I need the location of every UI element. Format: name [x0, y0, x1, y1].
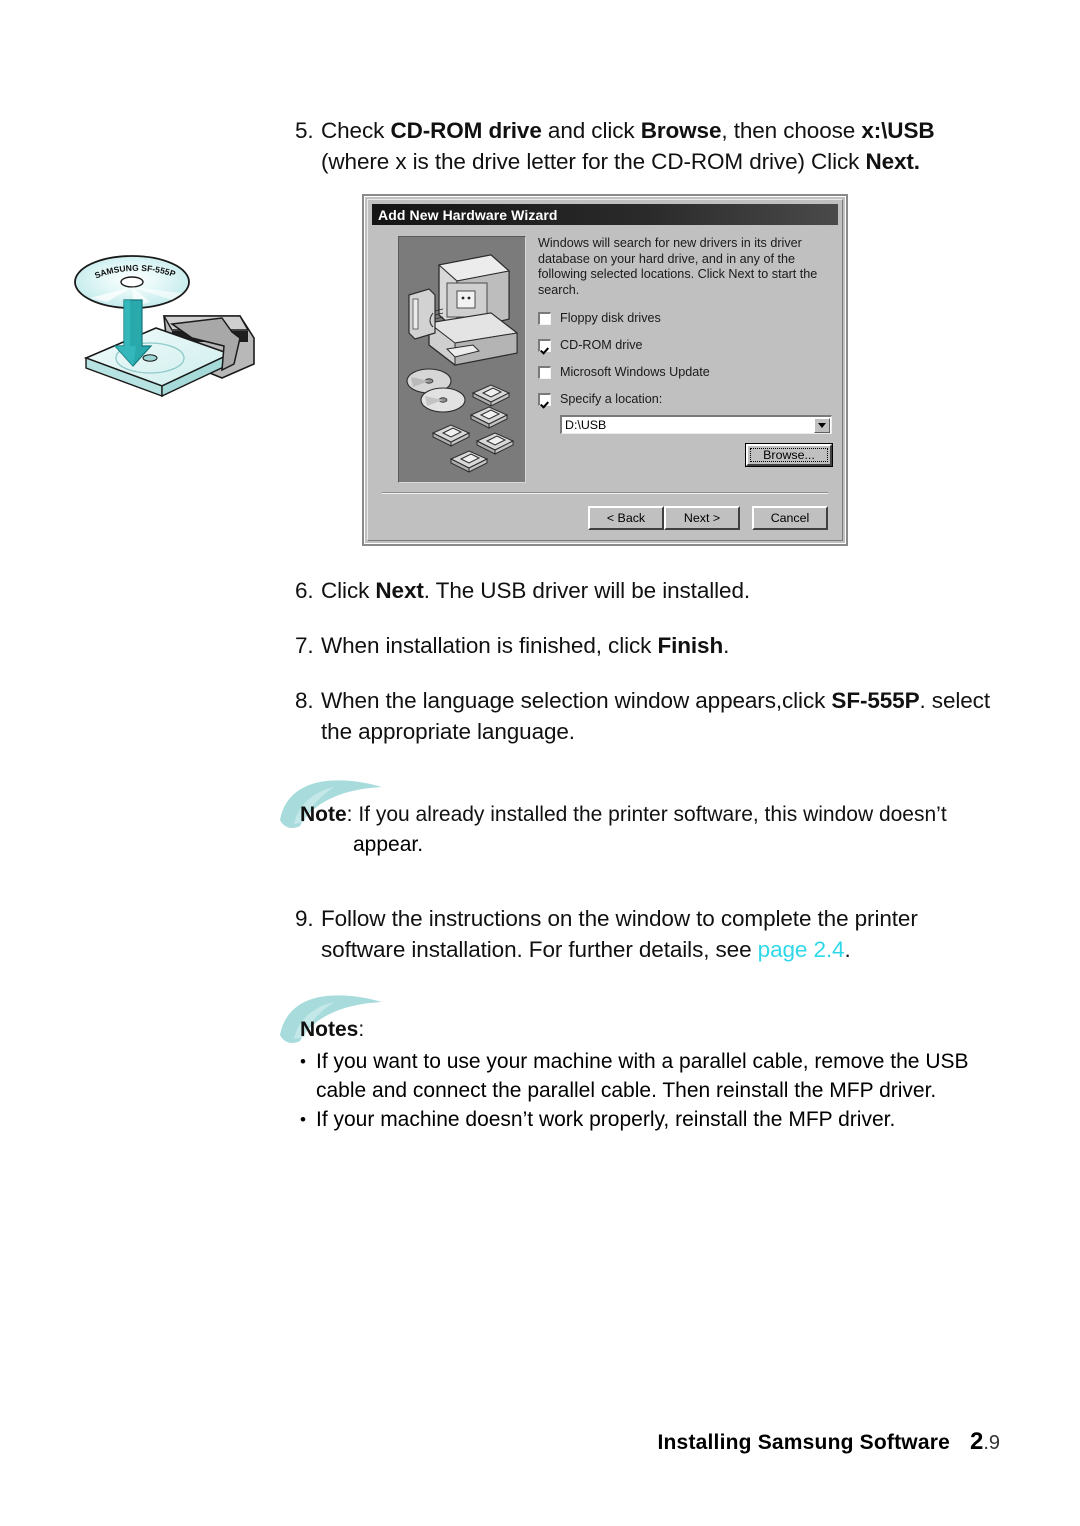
checkbox-cd-rom-drive-box[interactable]: [538, 338, 551, 352]
footer-title: Installing Samsung Software: [657, 1431, 950, 1454]
step-5-seg-7: Next.: [865, 149, 920, 174]
step-5-seg-6: (where x is the drive letter for the CD-…: [321, 149, 866, 174]
wizard-inner-frame: Add New Hardware Wizard Windows will sea…: [367, 199, 843, 541]
checkbox-floppy-disk-drives-box[interactable]: [538, 311, 551, 325]
note-single-line1: Note: If you already installed the print…: [278, 800, 998, 830]
browse-button-focus-ring: [750, 448, 828, 462]
notes-item-2-text: If your machine doesn’t work properly, r…: [316, 1108, 896, 1131]
footer-page-number: 2.9: [970, 1428, 1000, 1456]
back-button[interactable]: < Back: [588, 506, 664, 530]
checkbox-microsoft-windows-update-box[interactable]: [538, 365, 551, 379]
step-9-text: Follow the instructions on the window to…: [321, 903, 995, 965]
step-7-number: 7.: [295, 633, 314, 658]
step-6-seg-2: . The USB driver will be installed.: [423, 578, 751, 603]
notes-item-1-text: If you want to use your machine with a p…: [316, 1050, 969, 1102]
step-6-seg-1: Next: [375, 578, 424, 603]
step-5-seg-2: and click: [541, 118, 641, 143]
step-5-seg-5: x:\USB: [861, 118, 935, 143]
step-6-number: 6.: [295, 578, 314, 603]
note-single-label: Note: [300, 803, 347, 826]
chevron-down-icon[interactable]: [814, 418, 830, 433]
note-single-body: If you already installed the printer sof…: [352, 803, 947, 826]
location-combobox[interactable]: D:\USB: [560, 415, 832, 434]
step-8-text: When the language selection window appea…: [321, 685, 995, 747]
page-footer: Installing Samsung Software 2.9: [0, 1428, 1080, 1456]
step-9: 9. Follow the instructions on the window…: [295, 903, 995, 965]
step-8-seg-1: SF-555P: [831, 688, 920, 713]
checkbox-specify-a-location-label: Specify a location:: [560, 392, 663, 406]
wizard-button-bar: < Back Next > Cancel: [588, 506, 828, 530]
step-5-seg-3: Browse: [640, 118, 722, 143]
cancel-button[interactable]: Cancel: [752, 506, 828, 530]
wizard-illustration-panel: [398, 236, 526, 483]
notes-item-2: • If your machine doesn’t work properly,…: [278, 1105, 998, 1134]
back-button-label: < Back: [606, 511, 646, 525]
step-5-seg-1: CD-ROM drive: [390, 118, 542, 143]
checkbox-specify-a-location-box[interactable]: [538, 392, 551, 406]
step-9-number: 9.: [295, 906, 314, 931]
wizard-content: Windows will search for new drivers in i…: [538, 236, 833, 467]
document-page: 5. Check CD-ROM drive and click Browse, …: [0, 0, 1080, 1526]
next-button[interactable]: Next >: [664, 506, 740, 530]
add-new-hardware-wizard-dialog: Add New Hardware Wizard Windows will sea…: [362, 194, 848, 546]
checkbox-microsoft-windows-update[interactable]: Microsoft Windows Update: [538, 365, 828, 379]
step-7-seg-1: Finish: [657, 633, 724, 658]
page-reference-link[interactable]: page 2.4: [758, 937, 845, 962]
notes-colon: :: [358, 1018, 365, 1041]
note-single-line2: appear.: [353, 833, 424, 856]
step-8-number: 8.: [295, 688, 314, 713]
chevron-down-glyph: [818, 423, 826, 428]
location-combobox-value: D:\USB: [565, 418, 607, 432]
footer-page-minor: .9: [983, 1432, 1000, 1454]
step-6-seg-0: Click: [321, 578, 376, 603]
wizard-separator: [382, 492, 828, 494]
step-5-seg-0: Check: [321, 118, 391, 143]
step-7-seg-0: When installation is finished, click: [321, 633, 658, 658]
notes-item-1: • If you want to use your machine with a…: [278, 1047, 998, 1105]
wizard-description: Windows will search for new drivers in i…: [538, 236, 818, 297]
bullet-icon: •: [300, 1110, 306, 1129]
bullet-icon: •: [300, 1052, 306, 1071]
step-8-seg-0: When the language selection window appea…: [321, 688, 832, 713]
notes-heading: Notes:: [278, 1015, 998, 1045]
browse-button[interactable]: Browse...: [745, 443, 833, 467]
step-5-text: Check CD-ROM drive and click Browse, the…: [321, 115, 995, 177]
checkbox-cd-rom-drive-label: CD-ROM drive: [560, 338, 643, 352]
footer-page-major: 2: [969, 1428, 984, 1455]
step-9-seg-2: .: [844, 937, 851, 962]
browse-button-row: Browse...: [560, 443, 833, 467]
checkbox-microsoft-windows-update-label: Microsoft Windows Update: [560, 365, 710, 379]
cd-insert-illustration: SAMSUNG SF-555P: [72, 238, 272, 406]
note-single-block: Note: If you already installed the print…: [278, 780, 998, 860]
notes-block: Notes: • If you want to use your machine…: [278, 995, 998, 1134]
step-7: 7. When installation is finished, click …: [295, 630, 995, 661]
step-8: 8. When the language selection window ap…: [295, 685, 995, 747]
step-6: 6. Click Next. The USB driver will be in…: [295, 575, 995, 606]
checkbox-cd-rom-drive[interactable]: CD-ROM drive: [538, 338, 828, 352]
checkbox-floppy-disk-drives-label: Floppy disk drives: [560, 311, 661, 325]
notes-label: Notes: [300, 1018, 359, 1041]
step-6-text: Click Next. The USB driver will be insta…: [321, 575, 995, 606]
step-7-text: When installation is finished, click Fin…: [321, 630, 995, 661]
wizard-title: Add New Hardware Wizard: [378, 206, 558, 223]
cancel-button-label: Cancel: [770, 511, 810, 525]
step-5-number: 5.: [295, 118, 314, 143]
next-button-label: Next >: [683, 511, 721, 525]
step-7-seg-2: .: [723, 633, 730, 658]
wizard-titlebar: Add New Hardware Wizard: [372, 204, 838, 225]
step-5-seg-4: , then choose: [721, 118, 862, 143]
checkbox-floppy-disk-drives[interactable]: Floppy disk drives: [538, 311, 828, 325]
step-5: 5. Check CD-ROM drive and click Browse, …: [295, 115, 995, 177]
checkbox-specify-a-location[interactable]: Specify a location:: [538, 392, 828, 406]
